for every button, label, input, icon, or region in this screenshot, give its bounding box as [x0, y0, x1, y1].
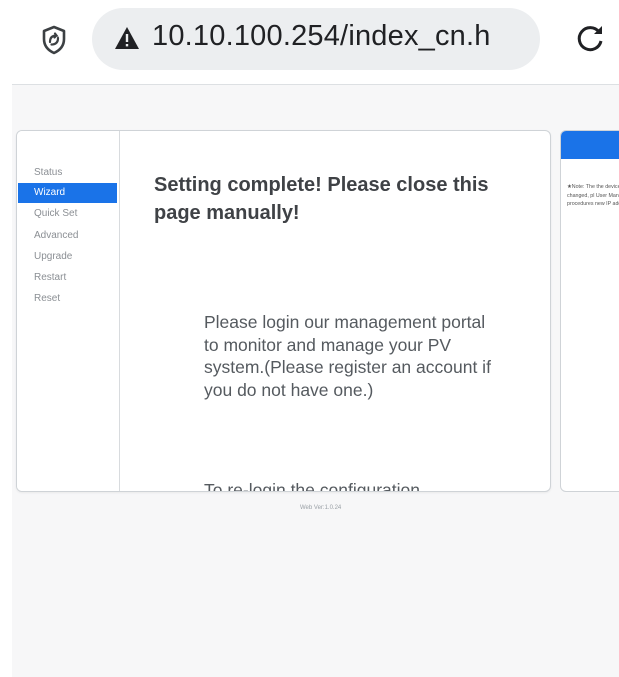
page-title: Setting complete! Please close this page…: [154, 174, 489, 224]
sidebar-item-advanced[interactable]: Advanced: [18, 226, 117, 246]
url-text[interactable]: 10.10.100.254/index_cn.h: [152, 20, 491, 53]
reload-icon[interactable]: [576, 24, 606, 54]
warning-triangle-icon[interactable]: [114, 26, 140, 50]
web-version: Web Ver:1.0.24: [300, 505, 342, 511]
wizard-card: Status Wizard Quick Set Advanced Upgrade…: [16, 130, 551, 492]
sidebar-item-reset[interactable]: Reset: [18, 289, 117, 309]
sidebar-item-status[interactable]: Status: [18, 163, 117, 183]
relogin-message: To re-login the configuration: [204, 480, 420, 492]
shield-icon[interactable]: [41, 25, 67, 55]
side-panel-note: ★Note: The the device c changed, pl User…: [567, 184, 619, 207]
browser-toolbar: 10.10.100.254/index_cn.h: [0, 0, 619, 84]
side-panel-card: ★Note: The the device c changed, pl User…: [560, 130, 619, 492]
side-panel-header: [561, 131, 619, 159]
login-message: Please login our management portal to mo…: [204, 312, 491, 400]
sidebar-nav: Status Wizard Quick Set Advanced Upgrade…: [17, 131, 120, 491]
sidebar-item-upgrade[interactable]: Upgrade: [18, 247, 117, 267]
sidebar-item-restart[interactable]: Restart: [18, 268, 117, 288]
sidebar-item-quick-set[interactable]: Quick Set: [18, 204, 117, 224]
sidebar-item-wizard[interactable]: Wizard: [18, 183, 117, 203]
